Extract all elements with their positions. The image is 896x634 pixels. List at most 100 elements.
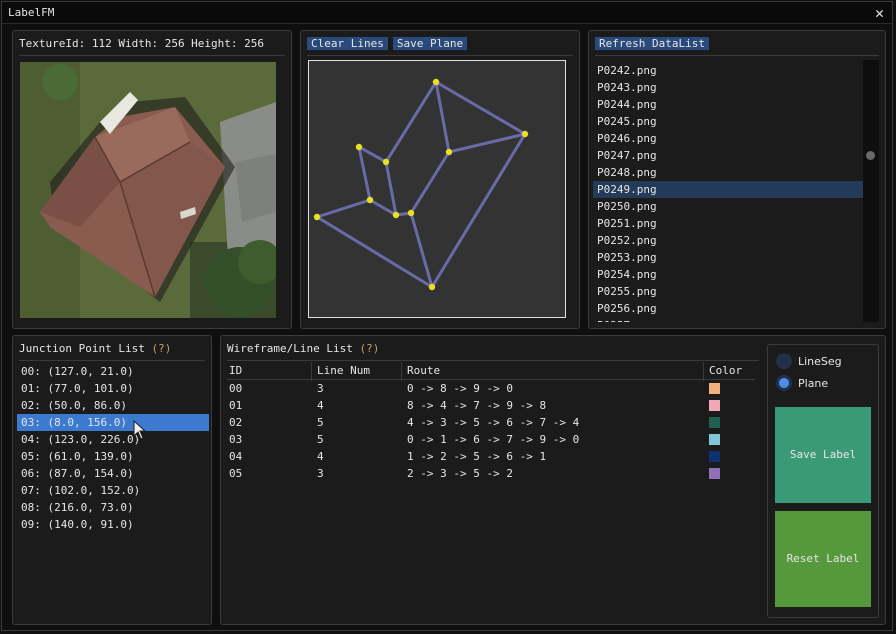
reset-label-button[interactable]: Reset Label <box>775 511 871 607</box>
close-icon[interactable]: ✕ <box>875 4 884 22</box>
file-list-item[interactable]: P0243.png <box>593 79 863 96</box>
col-num-header: Line Num <box>317 364 370 377</box>
row-id: 05 <box>229 467 243 480</box>
row-id: 01 <box>229 399 243 412</box>
junction-point[interactable] <box>445 148 453 156</box>
title-bar[interactable]: LabelFM ✕ <box>2 2 892 24</box>
table-body: 00 3 0 -> 8 -> 9 -> 0 01 4 8 -> 4 -> 7 -> 9 -… <box>227 380 755 482</box>
file-list-item[interactable]: P0257.png <box>593 317 863 322</box>
reset-label-text: Reset Label <box>786 552 860 565</box>
row-line-num: 5 <box>317 416 324 429</box>
save-plane-button[interactable]: Save Plane <box>392 37 468 50</box>
row-route: 1 -> 2 -> 5 -> 6 -> 1 <box>407 450 547 463</box>
junction-list-item[interactable]: 09: (140.0, 91.0) <box>17 516 209 533</box>
junction-point[interactable] <box>392 211 400 219</box>
save-label-text: Save Label <box>789 448 857 461</box>
clear-lines-button[interactable]: Clear Lines <box>307 37 388 50</box>
file-list-item[interactable]: P0248.png <box>593 164 863 181</box>
junction-list-item[interactable]: 05: (61.0, 139.0) <box>17 448 209 465</box>
junction-point[interactable] <box>521 130 529 138</box>
junction-list-item[interactable]: 08: (216.0, 73.0) <box>17 499 209 516</box>
row-id: 04 <box>229 450 243 463</box>
junction-list-item[interactable]: 00: (127.0, 21.0) <box>17 363 209 380</box>
row-line-num: 3 <box>317 382 324 395</box>
col-id-header: ID <box>229 364 243 377</box>
file-list-item[interactable]: P0250.png <box>593 198 863 215</box>
datalist-toolbar: Refresh DataList <box>595 37 714 50</box>
row-line-num: 5 <box>317 433 324 446</box>
wireframe-title: Wireframe/Line List <box>227 342 353 355</box>
mode-panel: LineSeg Plane Save Label Reset Label <box>767 344 879 618</box>
junction-point[interactable] <box>432 78 440 86</box>
file-list-item[interactable]: P0256.png <box>593 300 863 317</box>
app-window: LabelFM ✕ TextureId: 112 Width: 256 Heig… <box>1 1 893 631</box>
file-list-item[interactable]: P0251.png <box>593 215 863 232</box>
table-row[interactable]: 01 4 8 -> 4 -> 7 -> 9 -> 8 <box>227 397 755 414</box>
junction-point[interactable] <box>313 213 321 221</box>
file-list-item[interactable]: P0252.png <box>593 232 863 249</box>
junction-point[interactable] <box>407 209 415 217</box>
row-route: 2 -> 3 -> 5 -> 2 <box>407 467 513 480</box>
plane-radio[interactable] <box>776 375 792 391</box>
divider <box>19 360 205 361</box>
row-color-swatch[interactable] <box>709 451 720 462</box>
refresh-datalist-button[interactable]: Refresh DataList <box>595 37 709 50</box>
wireframe-help-icon[interactable]: (?) <box>359 342 379 355</box>
col-color-header: Color <box>709 364 743 377</box>
column-divider <box>401 362 402 381</box>
junction-point[interactable] <box>355 143 363 151</box>
file-list-item[interactable]: P0254.png <box>593 266 863 283</box>
junction-list-item[interactable]: 06: (87.0, 154.0) <box>17 465 209 482</box>
junction-point[interactable] <box>382 158 390 166</box>
file-list-item[interactable]: P0245.png <box>593 113 863 130</box>
file-list-item[interactable]: P0246.png <box>593 130 863 147</box>
table-row[interactable]: 00 3 0 -> 8 -> 9 -> 0 <box>227 380 755 397</box>
lineseg-label: LineSeg <box>798 355 842 368</box>
save-label-button[interactable]: Save Label <box>775 407 871 503</box>
table-row[interactable]: 02 5 4 -> 3 -> 5 -> 6 -> 7 -> 4 <box>227 414 755 431</box>
junction-point[interactable] <box>366 196 374 204</box>
row-color-swatch[interactable] <box>709 468 720 479</box>
plane-label: Plane <box>798 377 829 390</box>
file-list: P0242.png P0243.png P0244.png P0245.png P024… <box>593 62 863 322</box>
row-route: 0 -> 8 -> 9 -> 0 <box>407 382 513 395</box>
row-color-swatch[interactable] <box>709 434 720 445</box>
canvas-toolbar: Clear Lines Save Plane <box>307 37 472 50</box>
file-list-scrollbar[interactable] <box>863 60 879 322</box>
junction-list-item[interactable]: 01: (77.0, 101.0) <box>17 380 209 397</box>
lineseg-radio[interactable] <box>776 353 792 369</box>
table-row[interactable]: 03 5 0 -> 1 -> 6 -> 7 -> 9 -> 0 <box>227 431 755 448</box>
junction-list-item[interactable]: 07: (102.0, 152.0) <box>17 482 209 499</box>
row-color-swatch[interactable] <box>709 383 720 394</box>
mouse-cursor-icon <box>133 420 147 440</box>
row-route: 0 -> 1 -> 6 -> 7 -> 9 -> 0 <box>407 433 580 446</box>
junction-list-item[interactable]: 04: (123.0, 226.0) <box>17 431 209 448</box>
table-header: ID Line Num Route Color <box>227 362 755 380</box>
column-divider <box>703 362 704 381</box>
file-list-item[interactable]: P0247.png <box>593 147 863 164</box>
row-color-swatch[interactable] <box>709 400 720 411</box>
texture-info: TextureId: 112 Width: 256 Height: 256 <box>19 37 265 50</box>
junction-list-item[interactable]: 03: (8.0, 156.0) <box>17 414 209 431</box>
file-list-item[interactable]: P0244.png <box>593 96 863 113</box>
divider <box>307 55 573 56</box>
junction-header: Junction Point List (?) <box>19 342 171 355</box>
row-color-swatch[interactable] <box>709 417 720 428</box>
row-route: 8 -> 4 -> 7 -> 9 -> 8 <box>407 399 547 412</box>
file-list-item[interactable]: P0249.png <box>593 181 863 198</box>
junction-point[interactable] <box>428 283 436 291</box>
junction-list-item[interactable]: 02: (50.0, 86.0) <box>17 397 209 414</box>
junction-help-icon[interactable]: (?) <box>151 342 171 355</box>
wireframe-canvas[interactable] <box>308 60 566 318</box>
row-line-num: 3 <box>317 467 324 480</box>
texture-panel: TextureId: 112 Width: 256 Height: 256 <box>12 30 292 329</box>
file-list-item[interactable]: P0253.png <box>593 249 863 266</box>
scrollbar-thumb[interactable] <box>866 151 875 160</box>
table-row[interactable]: 04 4 1 -> 2 -> 5 -> 6 -> 1 <box>227 448 755 465</box>
datalist-panel: Refresh DataList P0242.png P0243.png P0244… <box>588 30 886 329</box>
table-row[interactable]: 05 3 2 -> 3 -> 5 -> 2 <box>227 465 755 482</box>
file-list-item[interactable]: P0242.png <box>593 62 863 79</box>
row-id: 00 <box>229 382 243 395</box>
junction-list: 00: (127.0, 21.0) 01: (77.0, 101.0) 02: (5… <box>17 363 209 533</box>
file-list-item[interactable]: P0255.png <box>593 283 863 300</box>
